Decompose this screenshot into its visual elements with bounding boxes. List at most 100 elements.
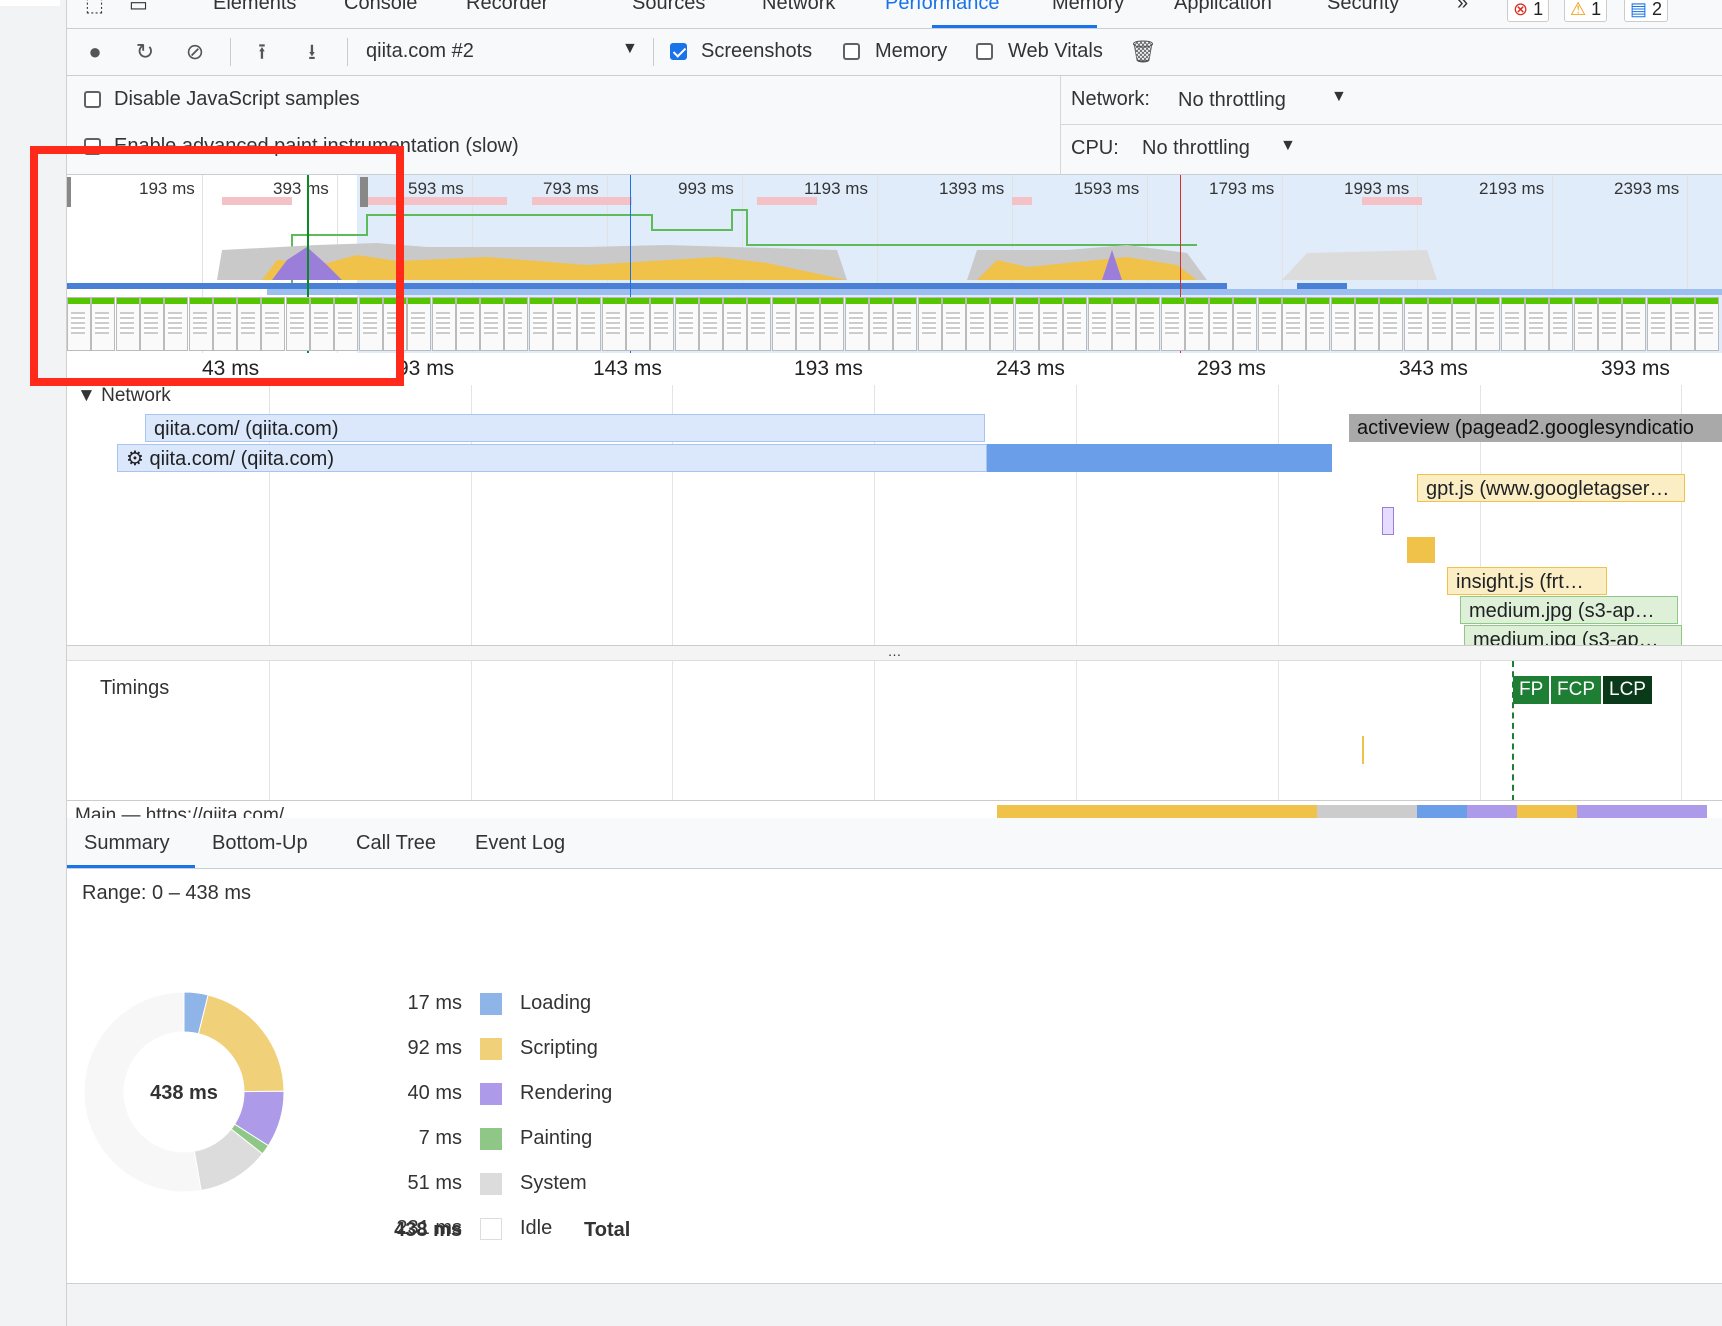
more-tabs-chevron-icon[interactable]: » <box>1457 0 1468 15</box>
screenshot-thumbnail[interactable] <box>1500 297 1525 351</box>
network-throttle-select[interactable]: No throttling <box>1178 89 1286 112</box>
tab-summary[interactable]: Summary <box>84 832 170 855</box>
clear-icon[interactable]: ⊘ <box>184 41 206 63</box>
tab-sources[interactable]: Sources <box>632 0 705 15</box>
tab-application[interactable]: Application <box>1174 0 1272 15</box>
screenshot-thumbnail[interactable] <box>431 297 456 351</box>
screenshot-thumbnail[interactable] <box>1549 297 1574 351</box>
web-vitals-checkbox[interactable] <box>976 43 993 60</box>
disable-js-samples-checkbox[interactable] <box>84 91 101 108</box>
screenshot-thumbnail[interactable] <box>1233 297 1258 351</box>
screenshot-thumbnail[interactable] <box>698 297 723 351</box>
tab-network[interactable]: Network <box>762 0 835 15</box>
network-request-bar[interactable]: activeview (pagead2.googlesyndicatio <box>1349 414 1722 442</box>
screenshot-thumbnail[interactable] <box>650 297 675 351</box>
message-count-badge[interactable]: ▤ 2 <box>1624 0 1669 22</box>
screenshot-thumbnail[interactable] <box>1063 297 1088 351</box>
screenshots-checkbox[interactable] <box>670 43 687 60</box>
screenshot-thumbnail[interactable] <box>1014 297 1039 351</box>
screenshot-thumbnail[interactable] <box>990 297 1015 351</box>
screenshot-thumbnail[interactable] <box>1525 297 1549 351</box>
main-thread-track[interactable]: Main — https://qiita.com/ <box>67 800 1722 819</box>
screenshot-thumbnail[interactable] <box>771 297 796 351</box>
tab-recorder[interactable]: Recorder <box>466 0 548 15</box>
network-request-bar[interactable]: gpt.js (www.googletagser… <box>1417 474 1685 502</box>
fcp-marker[interactable]: FCP <box>1551 676 1601 704</box>
screenshot-thumbnail[interactable] <box>504 297 529 351</box>
screenshot-thumbnail[interactable] <box>1476 297 1501 351</box>
profile-dropdown-icon[interactable]: ▼ <box>622 40 638 58</box>
load-profile-icon[interactable]: ⭱ <box>251 41 273 63</box>
screenshot-thumbnail[interactable] <box>1209 297 1234 351</box>
screenshot-thumbnail[interactable] <box>1622 297 1647 351</box>
screenshot-thumbnail[interactable] <box>1427 297 1452 351</box>
tab-performance[interactable]: Performance <box>885 0 1000 15</box>
screenshot-thumbnail[interactable] <box>1646 297 1671 351</box>
screenshot-thumbnail[interactable] <box>1354 297 1379 351</box>
screenshot-thumbnail[interactable] <box>820 297 845 351</box>
screenshot-thumbnail[interactable] <box>1306 297 1331 351</box>
screenshot-thumbnail[interactable] <box>1111 297 1136 351</box>
network-request-bar[interactable]: medium.jpg (s3-ap… <box>1460 596 1678 624</box>
screenshot-thumbnail[interactable] <box>1403 297 1428 351</box>
screenshot-thumbnail[interactable] <box>1330 297 1355 351</box>
screenshot-thumbnail[interactable] <box>796 297 820 351</box>
screenshot-thumbnail[interactable] <box>844 297 869 351</box>
cpu-dropdown-icon[interactable]: ▼ <box>1280 137 1296 155</box>
network-request-bar[interactable]: qiita.com/ (qiita.com) <box>145 414 985 442</box>
network-request-bar[interactable]: ⚙ qiita.com/ (qiita.com) <box>117 444 987 472</box>
screenshot-thumbnail[interactable] <box>1282 297 1306 351</box>
track-resizer[interactable]: … <box>67 644 1722 661</box>
screenshot-thumbnail[interactable] <box>1160 297 1185 351</box>
screenshot-thumbnail[interactable] <box>723 297 748 351</box>
record-icon[interactable]: ● <box>84 41 106 63</box>
reload-record-icon[interactable]: ↻ <box>134 41 156 63</box>
screenshot-thumbnail[interactable] <box>674 297 699 351</box>
screenshot-thumbnail[interactable] <box>480 297 505 351</box>
warning-count-badge[interactable]: ⚠ 1 <box>1564 0 1608 22</box>
screenshot-thumbnail[interactable] <box>407 297 432 351</box>
inspect-element-icon[interactable]: ⬚ <box>85 0 104 17</box>
tab-event-log[interactable]: Event Log <box>475 832 565 855</box>
device-toolbar-icon[interactable]: ▭ <box>129 0 148 17</box>
network-request-bar[interactable]: insight.js (frt… <box>1447 567 1607 595</box>
screenshot-thumbnail[interactable] <box>868 297 893 351</box>
screenshot-thumbnail[interactable] <box>577 297 602 351</box>
screenshot-thumbnail[interactable] <box>455 297 480 351</box>
tab-bottom-up[interactable]: Bottom-Up <box>212 832 308 855</box>
screenshot-thumbnail[interactable] <box>917 297 942 351</box>
screenshot-thumbnail[interactable] <box>553 297 577 351</box>
screenshot-thumbnail[interactable] <box>1379 297 1404 351</box>
trash-icon[interactable]: 🗑 <box>1129 41 1157 63</box>
tab-console[interactable]: Console <box>344 0 417 15</box>
screenshot-thumbnail[interactable] <box>1257 297 1282 351</box>
tab-elements[interactable]: Elements <box>213 0 296 15</box>
screenshot-thumbnail[interactable] <box>1695 297 1720 351</box>
screenshot-thumbnail[interactable] <box>747 297 772 351</box>
screenshot-thumbnail[interactable] <box>1597 297 1622 351</box>
screenshot-thumbnail[interactable] <box>1136 297 1161 351</box>
save-profile-icon[interactable]: ⭳ <box>301 41 323 63</box>
tab-memory[interactable]: Memory <box>1052 0 1124 15</box>
screenshot-thumbnail[interactable] <box>1670 297 1695 351</box>
lcp-marker[interactable]: LCP <box>1603 676 1652 704</box>
tab-security[interactable]: Security <box>1327 0 1399 15</box>
error-count-badge[interactable]: ⊗ 1 <box>1507 0 1550 22</box>
screenshot-thumbnail[interactable] <box>601 297 626 351</box>
screenshot-thumbnail[interactable] <box>1087 297 1112 351</box>
screenshot-thumbnail[interactable] <box>1039 297 1063 351</box>
screenshot-thumbnail[interactable] <box>1452 297 1477 351</box>
tab-call-tree[interactable]: Call Tree <box>356 832 436 855</box>
screenshot-thumbnail[interactable] <box>893 297 918 351</box>
cpu-throttle-select[interactable]: No throttling <box>1142 137 1250 160</box>
screenshot-thumbnail[interactable] <box>1184 297 1209 351</box>
screenshot-thumbnail[interactable] <box>1573 297 1598 351</box>
fp-marker[interactable]: FP <box>1513 676 1550 704</box>
network-track-toggle[interactable]: ▼ Network <box>77 385 171 407</box>
screenshot-thumbnail[interactable] <box>528 297 553 351</box>
network-request-bar[interactable]: medium.jpg (s3-ap… <box>1464 625 1682 645</box>
screenshot-thumbnail[interactable] <box>625 297 650 351</box>
screenshot-thumbnail[interactable] <box>966 297 991 351</box>
network-dropdown-icon[interactable]: ▼ <box>1331 88 1347 106</box>
profile-select[interactable]: qiita.com #2 <box>366 40 474 63</box>
